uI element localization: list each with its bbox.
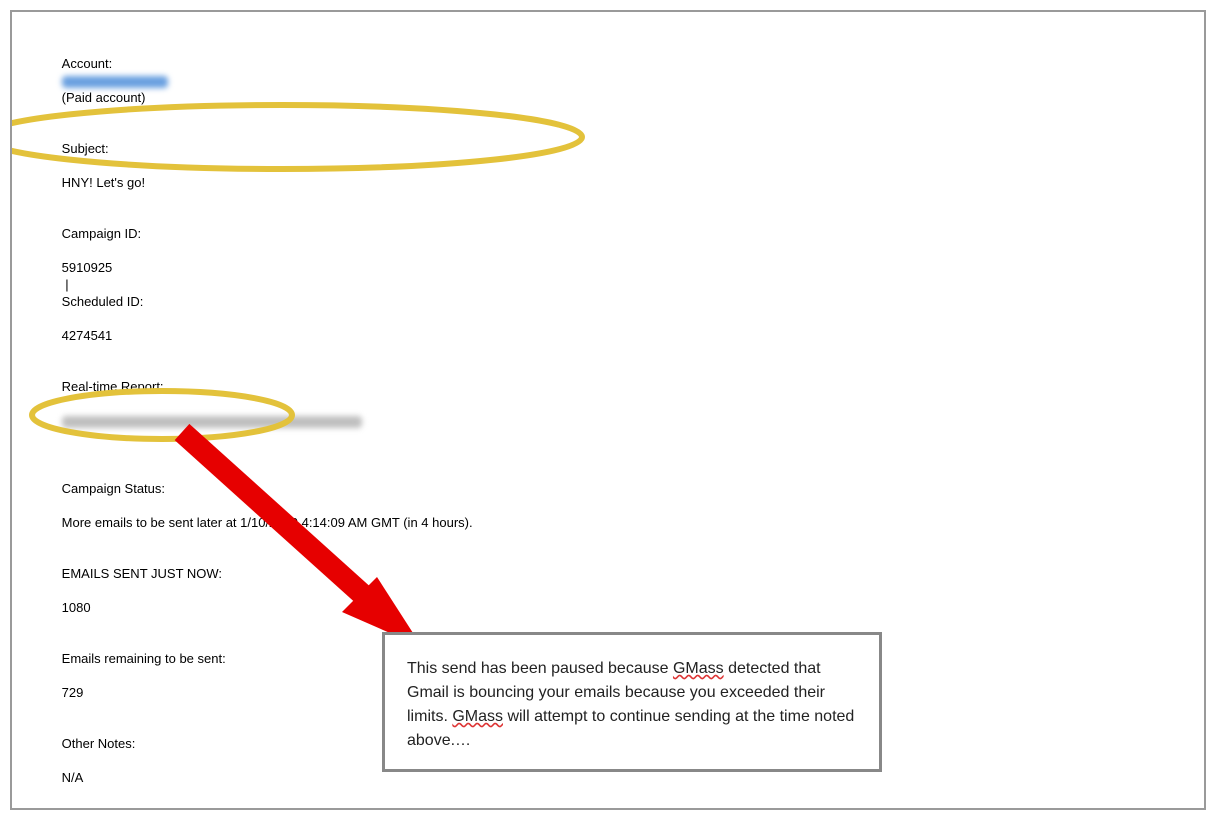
callout-gmass-1: GMass: [673, 660, 724, 677]
callout-prefix: This send has been paused because: [407, 660, 673, 677]
account-redacted: [62, 76, 168, 88]
campaign-id-value: 5910925: [62, 260, 113, 275]
report-redacted: [62, 416, 362, 428]
campaign-status-line: Campaign Status: More emails to be sent …: [40, 463, 1184, 548]
campaign-id-line: Campaign ID: 5910925 | Scheduled ID: 427…: [40, 208, 1184, 361]
subject-line: Subject: HNY! Let's go!: [40, 123, 1184, 208]
report-label: Real-time Report:: [62, 379, 164, 394]
notes-value: N/A: [62, 770, 84, 785]
campaign-status-value: More emails to be sent later at 1/10/202…: [62, 515, 473, 530]
callout-gmass-2: GMass: [452, 708, 503, 725]
sent-now-value: 1080: [62, 600, 91, 615]
scheduled-id-label: Scheduled ID:: [62, 294, 144, 309]
campaign-status-label: Campaign Status:: [62, 481, 165, 496]
scheduled-id-value: 4274541: [62, 328, 113, 343]
sent-now-label: EMAILS SENT JUST NOW:: [62, 566, 222, 581]
remaining-value: 729: [62, 685, 84, 700]
subject-label: Subject:: [62, 141, 109, 156]
screenshot-frame: Account: (Paid account) Subject: HNY! Le…: [10, 10, 1206, 810]
sent-now-line: EMAILS SENT JUST NOW: 1080: [40, 548, 1184, 633]
subject-value: HNY! Let's go!: [62, 175, 145, 190]
campaign-id-label: Campaign ID:: [62, 226, 141, 241]
account-label: Account:: [62, 56, 113, 71]
report-line: Real-time Report:: [40, 361, 1184, 446]
account-suffix: (Paid account): [62, 90, 146, 105]
remaining-label: Emails remaining to be sent:: [62, 651, 226, 666]
callout-box: This send has been paused because GMass …: [382, 632, 882, 772]
account-line: Account: (Paid account): [40, 38, 1184, 123]
notes-label: Other Notes:: [62, 736, 136, 751]
